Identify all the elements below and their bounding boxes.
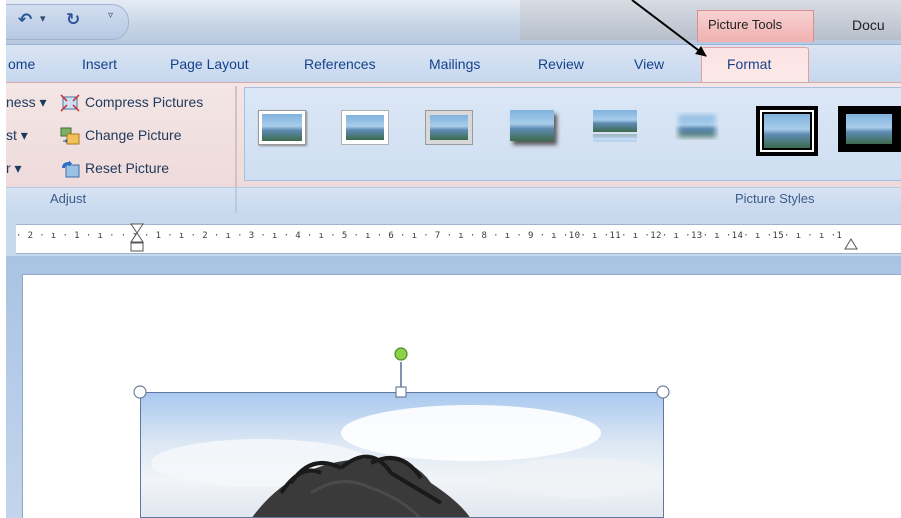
reset-picture-button[interactable]: Reset Picture	[85, 160, 169, 176]
word-window: ↶ ▾ ↻ ▿ Picture Tools Docu ome Insert Pa…	[0, 0, 901, 518]
horizontal-ruler[interactable]: · 2 · ı · 1 · ı · · ı · 1 · ı · 2 · ı · …	[16, 224, 901, 254]
change-picture-button[interactable]: Change Picture	[85, 127, 182, 143]
adjust-group-label: Adjust	[50, 191, 87, 206]
tab-view[interactable]: View	[634, 56, 664, 72]
picture-style-simple-frame-white[interactable]	[258, 110, 306, 145]
compress-pictures-button[interactable]: Compress Pictures	[85, 94, 203, 110]
top-left-resize-handle-icon[interactable]	[132, 384, 148, 400]
change-picture-icon	[60, 127, 80, 145]
tab-format[interactable]: Format	[727, 56, 771, 72]
redo-icon[interactable]: ↻	[66, 11, 80, 29]
selected-picture[interactable]	[140, 392, 664, 518]
customize-qat-icon[interactable]: ▿	[108, 10, 113, 21]
tab-mailings[interactable]: Mailings	[429, 56, 480, 72]
tab-page-layout[interactable]: Page Layout	[170, 56, 249, 72]
undo-dropdown-icon[interactable]: ▾	[40, 12, 46, 25]
label-separator	[235, 187, 237, 213]
recolor-label: r	[6, 160, 11, 176]
picture-styles-group-label: Picture Styles	[735, 191, 815, 206]
brightness-label: ness	[6, 94, 36, 110]
rotation-handle-icon[interactable]	[393, 346, 409, 362]
picture-style-white-border[interactable]	[341, 110, 389, 145]
top-resize-handle-icon[interactable]	[395, 386, 407, 398]
right-indent-marker-icon[interactable]	[844, 238, 858, 250]
tab-references[interactable]: References	[304, 56, 376, 72]
tab-home[interactable]: ome	[8, 56, 35, 72]
reset-picture-icon	[62, 160, 80, 178]
contrast-button[interactable]: st ▾	[6, 127, 28, 144]
tab-insert[interactable]: Insert	[82, 56, 117, 72]
left-indent-marker-icon[interactable]	[130, 223, 144, 253]
picture-style-beveled-matte[interactable]	[425, 110, 473, 145]
picture-content-image	[151, 405, 663, 517]
top-right-resize-handle-icon[interactable]	[655, 384, 671, 400]
picture-style-soft-edge[interactable]	[673, 108, 721, 143]
compress-pictures-icon	[60, 94, 80, 112]
picture-tools-label: Picture Tools	[708, 17, 783, 32]
picture-style-thick-matte-black[interactable]	[838, 106, 901, 152]
undo-icon[interactable]: ↶	[18, 11, 32, 29]
picture-style-reflected[interactable]	[591, 108, 639, 143]
recolor-button[interactable]: r ▾	[6, 160, 22, 177]
brightness-button[interactable]: ness ▾	[6, 94, 47, 111]
tab-review[interactable]: Review	[538, 56, 584, 72]
picture-style-drop-shadow[interactable]	[508, 108, 556, 143]
document-title: Docu	[852, 17, 885, 33]
window-left-edge	[0, 0, 6, 518]
contrast-label: st	[6, 127, 17, 143]
picture-style-double-frame-black[interactable]	[756, 106, 818, 156]
